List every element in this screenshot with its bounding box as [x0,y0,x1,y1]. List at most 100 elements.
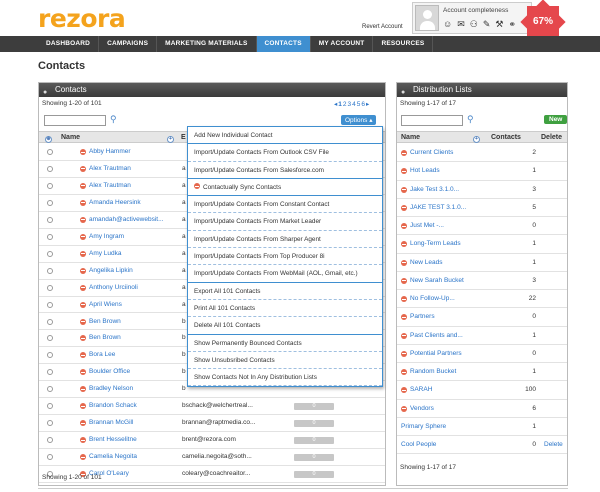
contact-name[interactable]: Alex Trautman [89,182,131,189]
pager-prev[interactable]: ◂ [334,101,337,108]
list-name[interactable]: New Sarah Bucket [410,277,464,284]
remove-icon[interactable] [80,318,86,325]
options-menu-item[interactable]: Import/Update Contacts From Market Leade… [188,213,382,231]
remove-icon[interactable] [401,405,407,412]
contact-name[interactable]: Camelia Negoita [89,453,137,460]
page-link[interactable]: 4 [352,101,356,108]
pager-next[interactable]: ▸ [366,101,369,108]
contacts-col-email[interactable]: E [181,134,186,141]
page-link[interactable]: 2 [343,101,347,108]
list-name[interactable]: Partners [410,313,435,320]
list-name[interactable]: Long-Term Leads [410,240,461,247]
page-link[interactable]: 1 [338,101,342,108]
contact-name[interactable]: Boulder Office [89,368,130,375]
contact-name[interactable]: April Wiens [89,301,122,308]
list-name[interactable]: Jake Test 3.1.0... [410,186,459,193]
contact-name[interactable]: Alex Trautman [89,165,131,172]
options-menu-item[interactable]: Import/Update Contacts From WebMail (AOL… [188,265,382,283]
pen-icon[interactable]: ✎ [483,19,491,29]
list-name[interactable]: SARAH [410,386,432,393]
new-list-button[interactable]: New [544,115,568,124]
options-menu-item[interactable]: Delete All 101 Contacts [188,317,382,335]
list-name[interactable]: JAKE TEST 3.1.0... [410,204,466,211]
search-icon[interactable]: ⚲ [467,114,474,125]
list-name[interactable]: Primary Sphere [401,423,446,430]
remove-icon[interactable] [401,332,407,339]
row-select-radio[interactable] [47,199,53,206]
remove-icon[interactable] [80,165,86,172]
link-icon[interactable]: ⚭ [508,19,516,29]
options-menu-item[interactable]: Show Contacts Not In Any Distribution Li… [188,369,382,387]
remove-icon[interactable] [80,250,86,257]
options-menu-item[interactable]: Import/Update Contacts From Sharper Agen… [188,231,382,249]
page-link[interactable]: 6 [361,101,365,108]
list-name[interactable]: No Follow-Up... [410,295,455,302]
options-menu-item[interactable]: Print All 101 Contacts [188,300,382,318]
contact-name[interactable]: Bora Lee [89,351,115,358]
contact-name[interactable]: Brannan McGill [89,419,133,426]
contact-name[interactable]: Abby Hammer [89,148,131,155]
list-name[interactable]: Current Clients [410,149,453,156]
list-name[interactable]: Past Clients and... [410,332,463,339]
remove-icon[interactable] [80,216,86,223]
contact-name[interactable]: Ben Brown [89,334,121,341]
list-name[interactable]: Random Bucket [410,368,456,375]
list-delete-link[interactable]: Delete [544,441,563,448]
remove-icon[interactable] [80,182,86,189]
remove-icon[interactable] [80,301,86,308]
lists-search-input[interactable] [401,115,463,126]
remove-icon[interactable] [401,150,407,156]
list-name[interactable]: Cool People [401,441,436,448]
remove-icon[interactable] [80,149,86,155]
remove-icon[interactable] [401,259,407,266]
row-select-radio[interactable] [47,301,53,308]
remove-icon[interactable] [80,199,86,206]
list-name[interactable]: Hot Leads [410,167,440,174]
row-select-radio[interactable] [47,233,53,240]
contacts-search-input[interactable] [44,115,106,126]
contact-name[interactable]: Brandon Schack [89,402,137,409]
page-link[interactable]: 5 [357,101,361,108]
remove-icon[interactable] [80,233,86,240]
contact-name[interactable]: Amanda Heersink [89,199,141,206]
row-select-radio[interactable] [47,267,53,274]
lists-col-name[interactable]: Name [401,134,420,141]
search-icon[interactable]: ⚲ [110,114,117,125]
list-name[interactable]: Vendors [410,405,434,412]
row-select-radio[interactable] [47,284,53,291]
remove-icon[interactable] [401,350,407,357]
options-menu-item[interactable]: Import/Update Contacts From Top Producer… [188,248,382,266]
contact-name[interactable]: Angelika Lipkin [89,267,133,274]
avatar[interactable] [415,5,439,31]
tool-icon[interactable]: ⚒ [495,19,503,29]
user-icon[interactable]: ☺ [443,19,452,29]
contacts-col-name[interactable]: Name [61,134,80,141]
row-select-radio[interactable] [47,182,53,189]
mail-icon[interactable]: ✉ [457,19,465,29]
remove-icon[interactable] [80,284,86,291]
options-menu-item[interactable]: Show Permanently Bounced Contacts [188,335,382,352]
nav-my-account[interactable]: MY ACCOUNT [311,36,374,52]
options-menu-item[interactable]: Contactually Sync Contacts [188,179,382,197]
rezora-logo[interactable]: rezora [38,4,126,33]
people-icon[interactable]: ⚇ [470,19,478,29]
list-name[interactable]: Potential Partners [410,350,462,357]
nav-campaigns[interactable]: CAMPAIGNS [99,36,158,52]
options-button[interactable]: Options ▴ [341,115,377,125]
list-name[interactable]: New Leads [410,259,443,266]
nav-dashboard[interactable]: DASHBOARD [38,36,100,52]
nav-contacts[interactable]: CONTACTS [256,36,311,52]
revert-account-link[interactable]: Revert Account [362,24,403,30]
remove-icon[interactable] [401,204,407,211]
remove-icon[interactable] [401,369,407,375]
contact-name[interactable]: amandah@activewebsit... [89,216,164,223]
options-menu-item[interactable]: Export All 101 Contacts [188,283,382,300]
lists-col-contacts[interactable]: Contacts [491,134,521,141]
remove-icon[interactable] [401,277,407,284]
options-menu-item[interactable]: Show Unsubsribed Contacts [188,352,382,370]
row-select-radio[interactable] [47,149,53,155]
contact-name[interactable]: Bradley Nelson [89,385,133,392]
remove-icon[interactable] [401,186,407,193]
row-select-radio[interactable] [47,216,53,223]
nav-resources[interactable]: RESOURCES [373,36,434,52]
